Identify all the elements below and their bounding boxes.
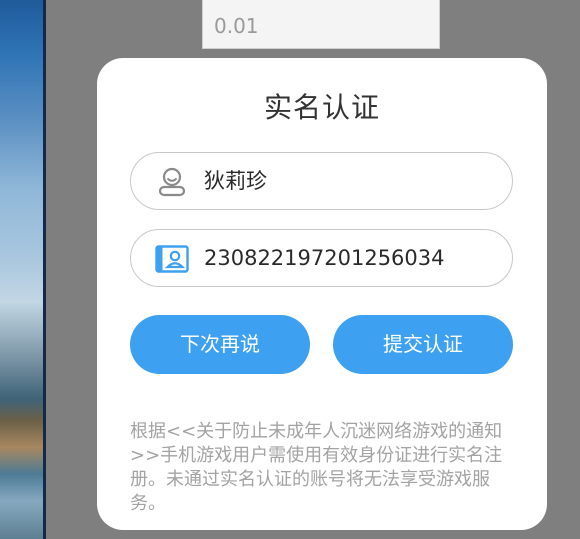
- id-number-value: 230822197201256034: [204, 246, 445, 270]
- background-game-image: [0, 0, 43, 539]
- anti-addiction-notice: 根据<<关于防止未成年人沉迷网络游戏的通知>>手机游戏用户需使用有效身份证进行实…: [130, 421, 503, 514]
- submit-verification-button[interactable]: 提交认证: [333, 315, 513, 374]
- background-edge: [43, 0, 46, 539]
- later-button[interactable]: 下次再说: [130, 315, 310, 374]
- real-name-dialog: 实名认证 狄莉珍 230822197201256034 下次再说 提交认证 根据…: [97, 58, 547, 530]
- id-card-icon: [155, 244, 189, 274]
- name-value: 狄莉珍: [204, 169, 267, 193]
- user-avatar-icon: [155, 167, 189, 197]
- dialog-title: 实名认证: [263, 91, 380, 124]
- background-amount-input: 0.01: [202, 0, 440, 49]
- name-field[interactable]: 狄莉珍: [130, 152, 513, 210]
- id-number-field[interactable]: 230822197201256034: [130, 229, 513, 287]
